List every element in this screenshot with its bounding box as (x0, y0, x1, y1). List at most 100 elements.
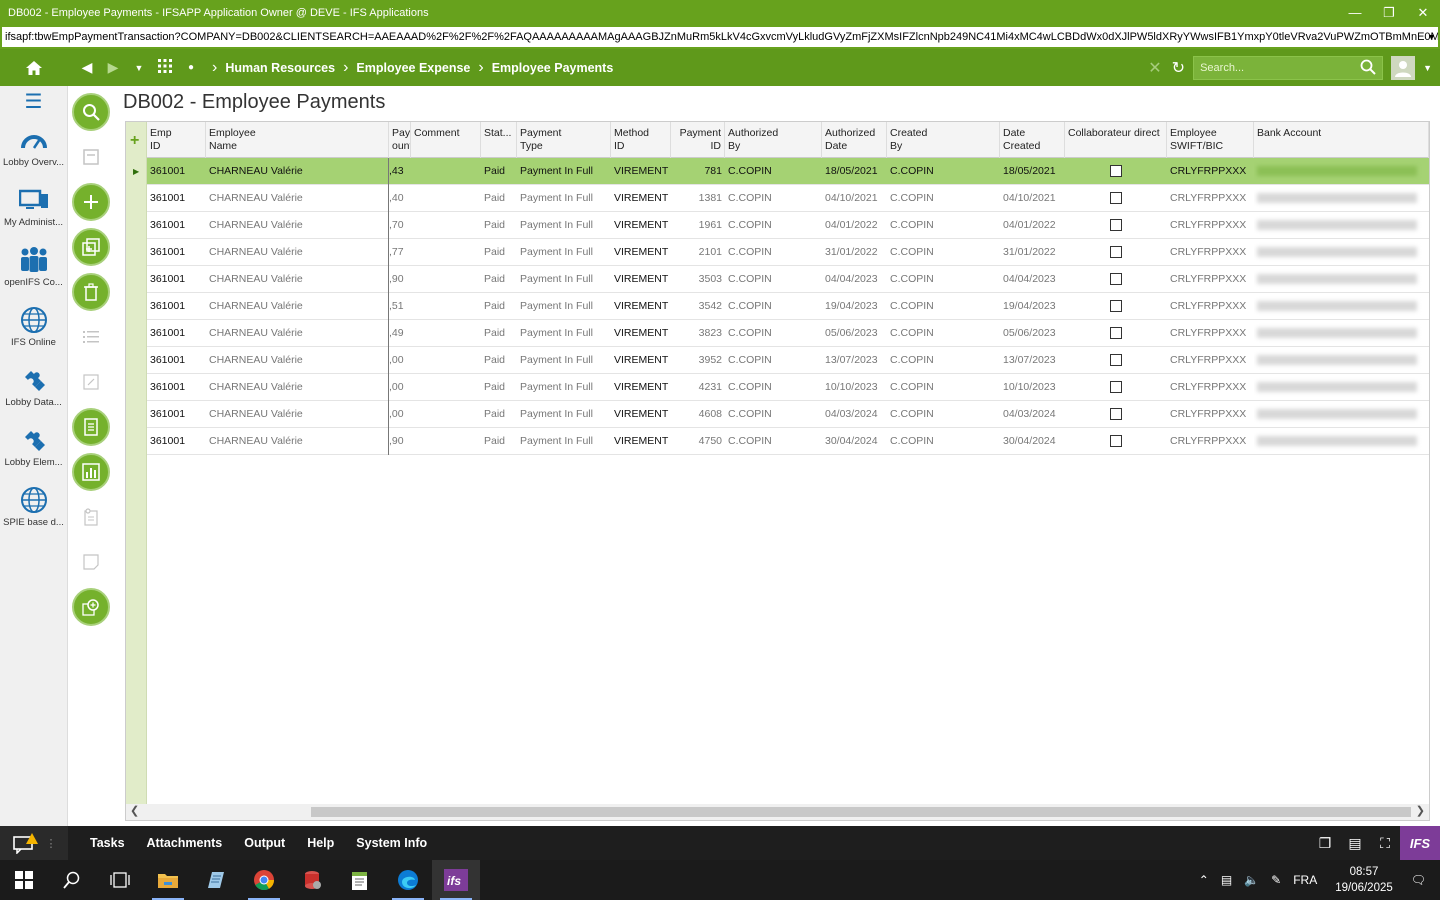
home-icon[interactable] (0, 49, 68, 86)
cell-name[interactable]: CHARNEAU Valérie (206, 185, 389, 211)
cell-collab[interactable] (1065, 212, 1167, 238)
cell-comment[interactable] (411, 428, 481, 454)
cell-method[interactable]: VIREMENT (611, 266, 671, 292)
cell-authby[interactable]: C.COPIN (725, 212, 822, 238)
cell-amount[interactable]: ,90 (389, 266, 411, 292)
address-input[interactable]: ifsapf:tbwEmpPaymentTransaction?COMPANY=… (2, 27, 1438, 47)
breadcrumb-item-employee-payments[interactable]: Employee Payments (492, 61, 614, 75)
cell-name[interactable]: CHARNEAU Valérie (206, 428, 389, 454)
cell-status[interactable]: Paid (481, 266, 517, 292)
cell-bank[interactable] (1254, 266, 1429, 292)
notepad-plus-icon[interactable] (336, 860, 384, 900)
cell-createdby[interactable]: C.COPIN (887, 428, 1000, 454)
edge-icon[interactable] (384, 860, 432, 900)
cell-amount[interactable]: ,43 (389, 158, 411, 184)
table-row[interactable]: 361001 CHARNEAU Valérie ,49 Paid Payment In … (147, 320, 1429, 347)
cell-comment[interactable] (411, 374, 481, 400)
collaborateur-direct-checkbox[interactable] (1110, 192, 1122, 205)
cell-status[interactable]: Paid (481, 428, 517, 454)
chevron-up-icon[interactable]: ⌃ (1199, 873, 1209, 887)
table-row[interactable]: 361001 CHARNEAU Valérie ,90 Paid Payment In … (147, 428, 1429, 455)
table-row[interactable]: 361001 CHARNEAU Valérie ,00 Paid Payment In … (147, 401, 1429, 428)
pen-icon[interactable]: ✎ (1271, 873, 1281, 887)
cell-pid[interactable]: 4608 (671, 401, 725, 427)
chart-button[interactable] (72, 453, 110, 491)
cell-emp-id[interactable]: 361001 (147, 158, 206, 184)
cell-pid[interactable]: 4750 (671, 428, 725, 454)
cell-comment[interactable] (411, 212, 481, 238)
cell-collab[interactable] (1065, 428, 1167, 454)
cell-bank[interactable] (1254, 158, 1429, 184)
cell-status[interactable]: Paid (481, 320, 517, 346)
cell-authby[interactable]: C.COPIN (725, 401, 822, 427)
cell-datecreated[interactable]: 19/04/2023 (1000, 293, 1065, 319)
cell-authby[interactable]: C.COPIN (725, 158, 822, 184)
column-header-comment[interactable]: Comment (411, 122, 481, 158)
cell-name[interactable]: CHARNEAU Valérie (206, 266, 389, 292)
scrollbar-thumb[interactable] (311, 807, 1411, 817)
cell-ptype[interactable]: Payment In Full (517, 266, 611, 292)
cell-authby[interactable]: C.COPIN (725, 293, 822, 319)
cell-pid[interactable]: 4231 (671, 374, 725, 400)
collaborateur-direct-checkbox[interactable] (1110, 435, 1122, 448)
cell-name[interactable]: CHARNEAU Valérie (206, 374, 389, 400)
cell-amount[interactable]: ,51 (389, 293, 411, 319)
cell-bank[interactable] (1254, 428, 1429, 454)
cell-datecreated[interactable]: 13/07/2023 (1000, 347, 1065, 373)
database-tool-icon[interactable] (288, 860, 336, 900)
cell-pid[interactable]: 3823 (671, 320, 725, 346)
table-row[interactable]: 361001 CHARNEAU Valérie ,70 Paid Payment In … (147, 212, 1429, 239)
notepad-icon[interactable] (192, 860, 240, 900)
search-input[interactable]: Search... (1193, 55, 1384, 80)
cell-bank[interactable] (1254, 347, 1429, 373)
cell-bank[interactable] (1254, 293, 1429, 319)
cell-authdate[interactable]: 30/04/2024 (822, 428, 887, 454)
zoom-search-button[interactable] (72, 588, 110, 626)
lobby-item-overview[interactable]: Lobby Overv... (0, 116, 67, 176)
column-header-emp-id[interactable]: Emp ID (147, 122, 206, 158)
cell-amount[interactable]: ,77 (389, 239, 411, 265)
search-icon[interactable] (48, 860, 96, 900)
cell-collab[interactable] (1065, 374, 1167, 400)
column-header-datecreated[interactable]: Date Created (1000, 122, 1065, 158)
cell-emp-id[interactable]: 361001 (147, 401, 206, 427)
attachments-button[interactable]: Attachments (147, 836, 223, 850)
cell-collab[interactable] (1065, 401, 1167, 427)
language-indicator[interactable]: FRA (1293, 873, 1317, 887)
user-menu-dropdown-icon[interactable]: ▼ (1423, 63, 1432, 73)
cell-createdby[interactable]: C.COPIN (887, 374, 1000, 400)
save-icon[interactable] (72, 138, 110, 176)
clock[interactable]: 08:57 19/06/2025 (1335, 864, 1393, 896)
help-button[interactable]: Help (307, 836, 334, 850)
cell-comment[interactable] (411, 293, 481, 319)
cell-ptype[interactable]: Payment In Full (517, 401, 611, 427)
cell-comment[interactable] (411, 158, 481, 184)
breadcrumb-item-human-resources[interactable]: Human Resources (225, 61, 335, 75)
cell-pid[interactable]: 781 (671, 158, 725, 184)
cell-authby[interactable]: C.COPIN (725, 239, 822, 265)
cell-amount[interactable]: ,70 (389, 212, 411, 238)
lobby-item-my-administration[interactable]: My Administ... (0, 176, 67, 236)
cell-swift[interactable]: CRLYFRPPXXX (1167, 428, 1254, 454)
cell-authdate[interactable]: 18/05/2021 (822, 158, 887, 184)
cell-name[interactable]: CHARNEAU Valérie (206, 401, 389, 427)
cell-authby[interactable]: C.COPIN (725, 428, 822, 454)
document-icon[interactable]: ▤ (1340, 835, 1370, 852)
cell-pid[interactable]: 3542 (671, 293, 725, 319)
cell-emp-id[interactable]: 361001 (147, 185, 206, 211)
cell-ptype[interactable]: Payment In Full (517, 293, 611, 319)
cell-method[interactable]: VIREMENT (611, 239, 671, 265)
cell-comment[interactable] (411, 347, 481, 373)
cell-amount[interactable]: ,49 (389, 320, 411, 346)
cell-ptype[interactable]: Payment In Full (517, 428, 611, 454)
cell-name[interactable]: CHARNEAU Valérie (206, 320, 389, 346)
cell-ptype[interactable]: Payment In Full (517, 212, 611, 238)
cell-swift[interactable]: CRLYFRPPXXX (1167, 320, 1254, 346)
cell-method[interactable]: VIREMENT (611, 401, 671, 427)
cell-swift[interactable]: CRLYFRPPXXX (1167, 293, 1254, 319)
cell-createdby[interactable]: C.COPIN (887, 320, 1000, 346)
table-row[interactable]: 361001 CHARNEAU Valérie ,77 Paid Payment In … (147, 239, 1429, 266)
add-button[interactable] (72, 183, 110, 221)
cell-method[interactable]: VIREMENT (611, 185, 671, 211)
delete-button[interactable] (72, 273, 110, 311)
